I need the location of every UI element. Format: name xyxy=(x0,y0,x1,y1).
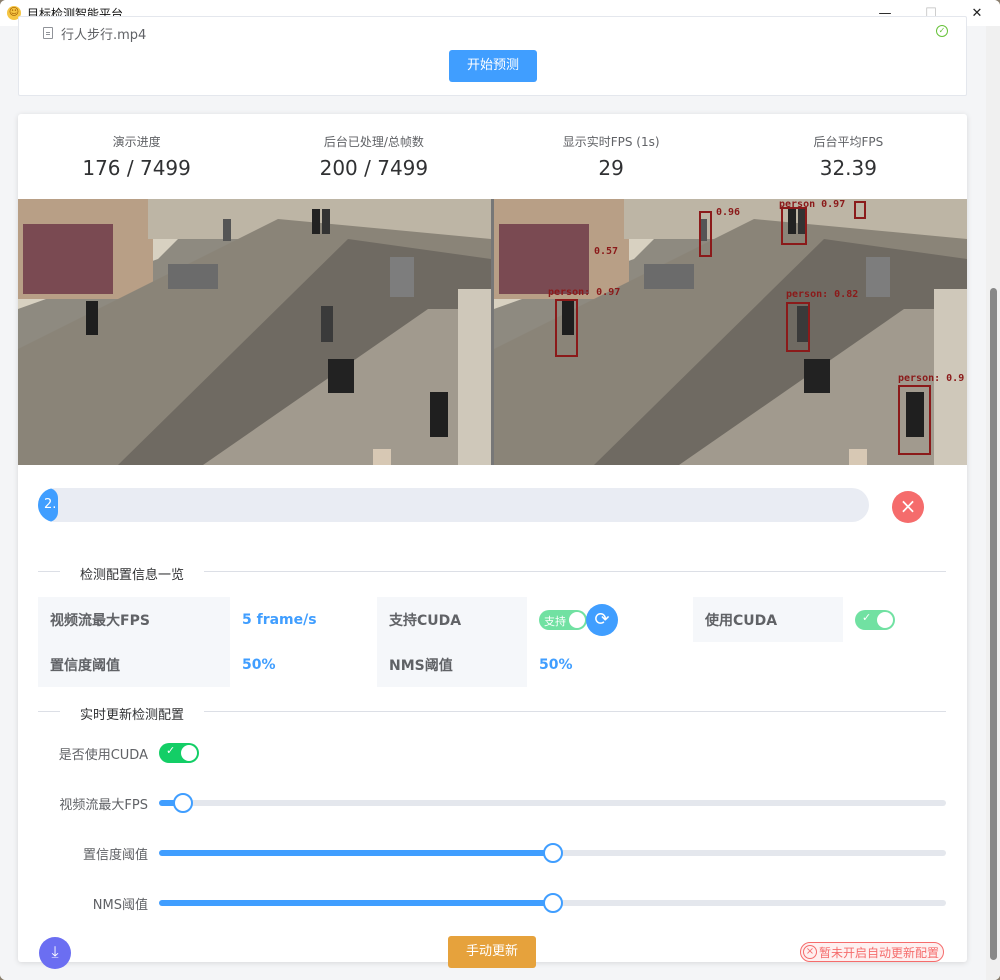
page-content: 行人步行.mp4 ✓ 开始预测 演示进度 176 / 7499 后台已处理/总帧… xyxy=(0,16,1000,980)
stat-value: 176 / 7499 xyxy=(82,156,191,180)
max-fps-form-label: 视频流最大FPS xyxy=(59,798,148,813)
stat-realtime-fps: 显示实时FPS (1s) 29 xyxy=(493,114,730,200)
scrollbar-thumb[interactable] xyxy=(990,288,997,960)
use-cuda-label: 使用CUDA xyxy=(693,597,843,642)
stat-label: 演示进度 xyxy=(112,135,161,149)
config-info-table: 视频流最大FPS 5 frame/s 支持CUDA 支持 ⟳ 使用CUDA ✓ … xyxy=(38,597,946,687)
nms-slider[interactable] xyxy=(159,893,946,913)
use-cuda-switch[interactable]: ✓ xyxy=(159,743,199,763)
start-predict-button[interactable]: 开始预测 xyxy=(449,50,537,82)
detected-video: 0.96 person 0.97 0.57 person: 0.97 perso… xyxy=(494,199,967,465)
cuda-support-toggle-text: 支持 xyxy=(544,614,566,628)
progress-fill: 2. xyxy=(38,488,58,522)
nms-threshold-value: 50% xyxy=(539,656,573,673)
max-fps-value: 5 frame/s xyxy=(242,611,317,628)
download-icon[interactable]: ⤓ xyxy=(39,937,71,969)
use-cuda-status-toggle: ✓ xyxy=(855,609,895,630)
section-title-config-info: 检测配置信息一览 xyxy=(60,564,205,583)
nms-form-label: NMS阈值 xyxy=(92,898,148,913)
detection-box xyxy=(781,207,807,245)
uploaded-filename: 行人步行.mp4 xyxy=(61,27,147,43)
stat-value: 200 / 7499 xyxy=(319,156,429,180)
conf-slider[interactable] xyxy=(159,843,946,863)
stat-label: 后台平均FPS xyxy=(813,135,884,149)
conf-slider-handle[interactable] xyxy=(542,843,563,863)
stat-label: 后台已处理/总帧数 xyxy=(323,135,424,149)
detection-box xyxy=(786,302,810,352)
detection-label: person 0.97 xyxy=(779,199,846,210)
original-video xyxy=(18,199,491,465)
nms-slider-handle[interactable] xyxy=(542,893,563,913)
max-fps-label: 视频流最大FPS xyxy=(38,597,230,642)
detection-label: person: 0.9 xyxy=(898,373,965,384)
refresh-icon[interactable]: ⟳ xyxy=(586,604,618,636)
conf-threshold-value: 50% xyxy=(242,656,276,673)
street-scene-image xyxy=(18,199,491,465)
detection-label: 0.96 xyxy=(716,207,741,218)
cuda-support-label: 支持CUDA xyxy=(377,597,527,642)
max-fps-slider-handle[interactable] xyxy=(172,793,193,813)
stats-row: 演示进度 176 / 7499 后台已处理/总帧数 200 / 7499 显示实… xyxy=(18,114,967,200)
detection-label: person: 0.97 xyxy=(548,287,621,298)
detection-card: 演示进度 176 / 7499 后台已处理/总帧数 200 / 7499 显示实… xyxy=(18,114,967,969)
upload-card: 行人步行.mp4 ✓ 开始预测 xyxy=(18,16,967,96)
manual-update-button[interactable]: 手动更新 xyxy=(448,936,536,968)
playback-progress-bar[interactable]: 2. xyxy=(38,488,869,522)
stat-demo-progress: 演示进度 176 / 7499 xyxy=(18,114,255,200)
stat-value: 32.39 xyxy=(819,156,877,180)
conf-slider-fill xyxy=(159,850,553,856)
conf-form-label: 置信度阈值 xyxy=(82,848,148,863)
detection-box xyxy=(699,211,712,257)
detection-box xyxy=(854,201,866,219)
stat-processed-frames: 后台已处理/总帧数 200 / 7499 xyxy=(255,114,492,200)
document-icon xyxy=(43,27,53,39)
stat-value: 29 xyxy=(598,156,624,180)
detection-label: 0.57 xyxy=(594,246,619,257)
nms-slider-fill xyxy=(159,900,553,906)
use-cuda-form-label: 是否使用CUDA xyxy=(58,748,148,763)
video-panels: 0.96 person 0.97 0.57 person: 0.97 perso… xyxy=(18,199,967,465)
max-fps-slider[interactable] xyxy=(159,793,946,813)
stat-label: 显示实时FPS (1s) xyxy=(562,135,660,149)
app-window: ☺ 目标检测智能平台 — ☐ ✕ 行人步行.mp4 ✓ 开始预测 演示进度 17… xyxy=(0,0,1000,980)
uploaded-file-item[interactable]: 行人步行.mp4 ✓ xyxy=(43,25,948,43)
detection-box xyxy=(555,299,578,357)
cuda-support-toggle: 支持 xyxy=(539,609,587,630)
stat-average-fps: 后台平均FPS 32.39 xyxy=(730,114,967,200)
detection-label: person: 0.82 xyxy=(786,289,859,300)
section-title-realtime-config: 实时更新检测配置 xyxy=(60,704,205,723)
check-circle-icon: ✓ xyxy=(936,25,948,37)
conf-threshold-label: 置信度阈值 xyxy=(38,642,230,687)
stop-button[interactable]: × xyxy=(892,491,924,523)
vertical-scrollbar[interactable] xyxy=(986,26,1000,980)
detection-box xyxy=(898,385,931,455)
auto-update-status-tag: × 暂未开启自动更新配置 xyxy=(800,942,945,962)
nms-threshold-label: NMS阈值 xyxy=(377,642,527,687)
close-circle-icon: × xyxy=(803,945,817,959)
use-cuda-cell: ✓ xyxy=(843,597,946,642)
auto-update-status-text: 暂未开启自动更新配置 xyxy=(819,945,940,960)
